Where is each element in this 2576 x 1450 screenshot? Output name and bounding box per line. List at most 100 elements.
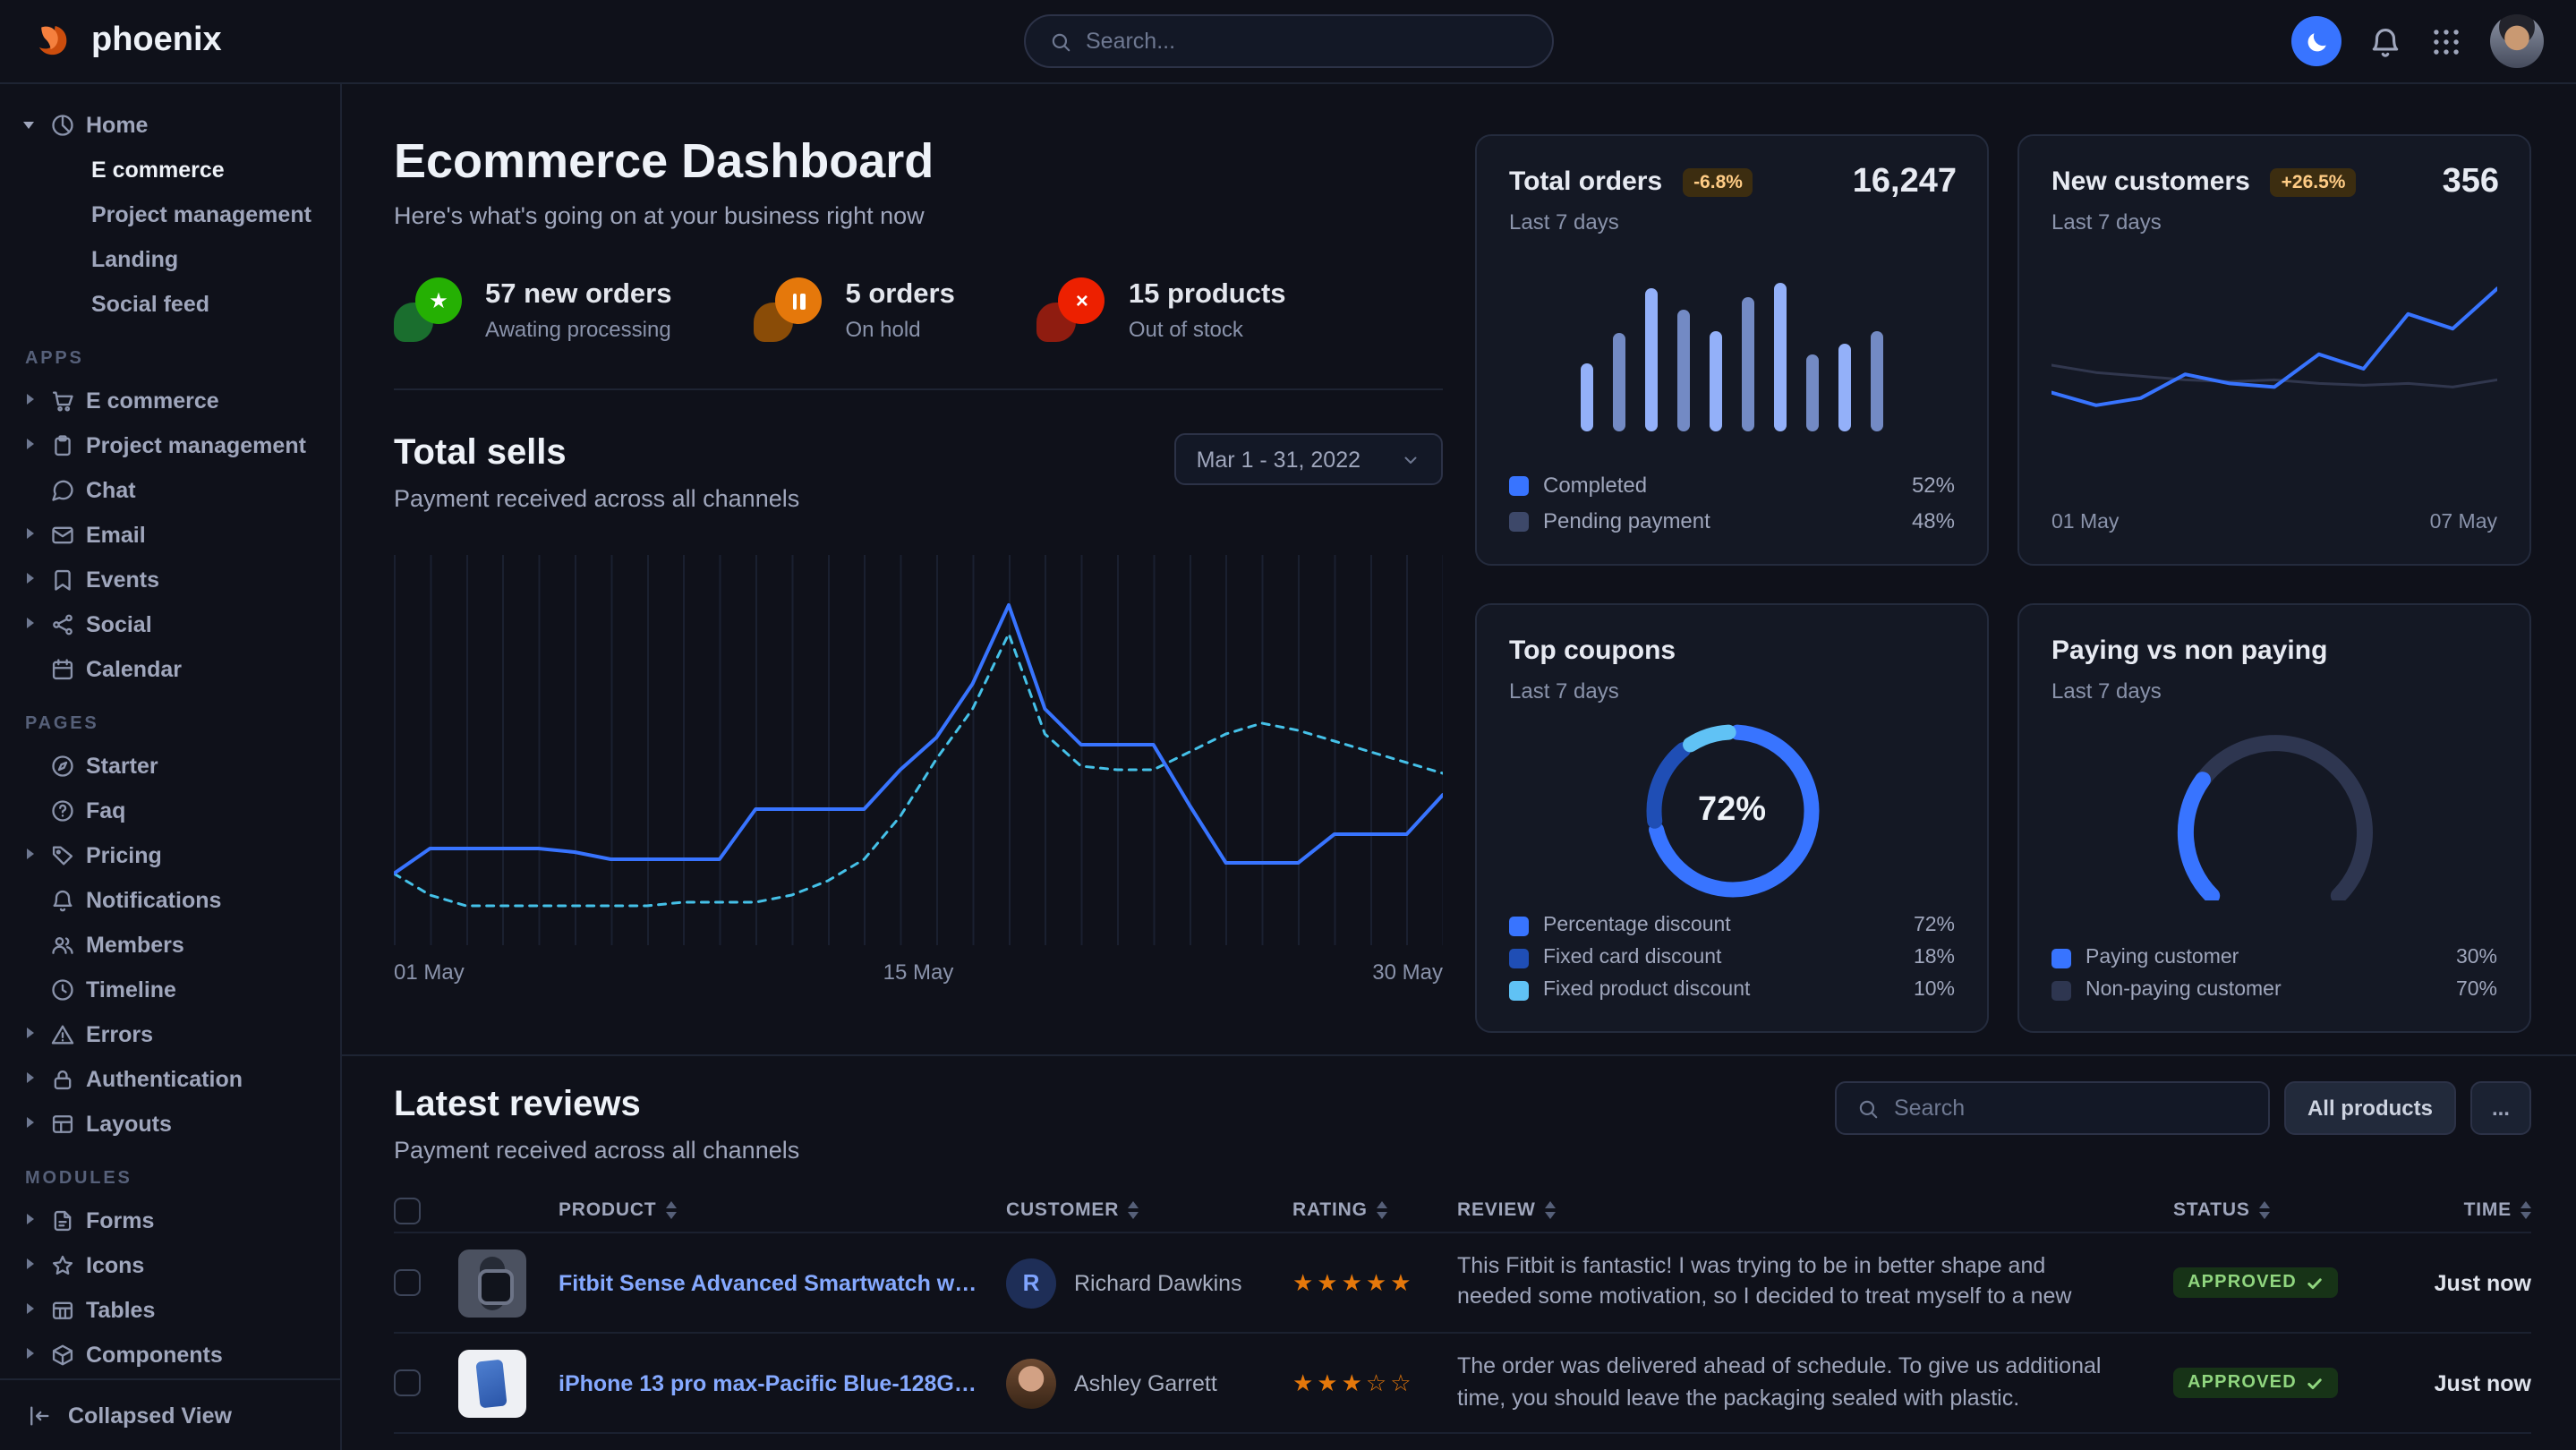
sidebar-item-calendar[interactable]: Calendar [0, 646, 340, 691]
global-search-input[interactable] [1086, 29, 1528, 54]
sidebar-item-components[interactable]: Components [0, 1332, 340, 1377]
customer-cell[interactable]: R Richard Dawkins [1006, 1258, 1292, 1308]
total-sells-subtitle: Payment received across all channels [394, 485, 799, 512]
user-avatar[interactable] [2490, 14, 2544, 68]
legend-item: Completed 52% [1509, 473, 1955, 498]
sidebar-item-social-feed[interactable]: Social feed [0, 281, 340, 326]
total-sells-title: Total sells [394, 433, 799, 474]
new-customers-card: New customers +26.5% Last 7 days 356 01 … [2017, 134, 2531, 566]
main-content: Ecommerce Dashboard Here's what's going … [342, 84, 2576, 1450]
pie-chart-icon [50, 112, 75, 137]
reviews-search[interactable] [1835, 1081, 2270, 1135]
caret-right-icon [23, 526, 39, 542]
caret-right-icon [23, 1070, 39, 1087]
card-title: Paying vs non paying [2051, 635, 2327, 666]
column-header-status[interactable]: STATUS [2173, 1199, 2370, 1221]
bar [1871, 330, 1883, 431]
sidebar-item-timeline[interactable]: Timeline [0, 967, 340, 1011]
legend-item: Paying customer 30% [2051, 947, 2497, 968]
all-products-button[interactable]: All products [2284, 1081, 2456, 1135]
bar [1581, 364, 1593, 431]
date-range-value: Mar 1 - 31, 2022 [1197, 447, 1361, 472]
sidebar-item-errors[interactable]: Errors [0, 1011, 340, 1056]
product-thumbnail[interactable] [458, 1249, 526, 1317]
reviews-search-input[interactable] [1894, 1096, 2248, 1121]
legend-label: Paying customer [2086, 947, 2239, 968]
column-header-product[interactable]: PRODUCT [559, 1199, 1006, 1221]
rating-stars: ★★★★★ [1292, 1268, 1457, 1297]
sidebar-item-members[interactable]: Members [0, 922, 340, 967]
sidebar-item-project-management[interactable]: Project management [0, 422, 340, 467]
sidebar-item-home[interactable]: Home [0, 102, 340, 147]
notifications-button[interactable] [2368, 24, 2402, 58]
sidebar-item-authentication[interactable]: Authentication [0, 1056, 340, 1101]
legend-label: Fixed product discount [1543, 979, 1750, 1001]
legend-item: Fixed product discount 10% [1509, 979, 1955, 1001]
bar [1645, 288, 1658, 431]
row-checkbox[interactable] [394, 1369, 421, 1396]
sidebar-item-label: Faq [86, 798, 125, 823]
more-options-button[interactable]: ... [2470, 1081, 2531, 1135]
date-range-select[interactable]: Mar 1 - 31, 2022 [1175, 433, 1443, 485]
legend-chip [2051, 948, 2071, 968]
sidebar-item-project-management[interactable]: Project management [0, 192, 340, 236]
collapsed-view-label: Collapsed View [68, 1403, 232, 1428]
total-sells-chart [394, 555, 1443, 945]
sidebar-item-e-commerce[interactable]: E commerce [0, 147, 340, 192]
column-header-time[interactable]: TIME [2370, 1199, 2531, 1221]
column-header-rating[interactable]: RATING [1292, 1199, 1457, 1221]
collapsed-view-toggle[interactable]: Collapsed View [0, 1378, 340, 1450]
sidebar-item-forms[interactable]: Forms [0, 1198, 340, 1242]
product-link[interactable]: iPhone 13 pro max-Pacific Blue-128GB sto… [559, 1370, 1006, 1395]
sidebar-item-social[interactable]: Social [0, 601, 340, 646]
brand[interactable]: phoenix [32, 19, 222, 64]
compass-icon [50, 753, 75, 778]
bar [1838, 344, 1851, 431]
card-title: New customers [2051, 166, 2250, 197]
product-link[interactable]: Fitbit Sense Advanced Smartwatch with To… [559, 1270, 1006, 1295]
sidebar-item-notifications[interactable]: Notifications [0, 877, 340, 922]
select-all-checkbox[interactable] [394, 1197, 421, 1224]
sidebar-item-events[interactable]: Events [0, 557, 340, 601]
sidebar-item-starter[interactable]: Starter [0, 743, 340, 788]
x-tick: 30 May [1372, 960, 1443, 985]
sidebar-item-layouts[interactable]: Layouts [0, 1101, 340, 1146]
legend-value: 70% [2456, 979, 2497, 1001]
navbar-actions [2291, 14, 2544, 68]
global-search[interactable] [1023, 14, 1553, 68]
column-header-review[interactable]: REVIEW [1457, 1199, 2173, 1221]
caret-right-icon [23, 1026, 39, 1042]
sidebar-item-label: Tables [86, 1297, 155, 1322]
column-header-customer[interactable]: CUSTOMER [1006, 1199, 1292, 1221]
bar [1742, 297, 1754, 431]
page-title: Ecommerce Dashboard [394, 134, 1443, 190]
total-orders-value: 16,247 [1853, 163, 1957, 202]
row-checkbox[interactable] [394, 1269, 421, 1296]
legend-label: Non-paying customer [2086, 979, 2282, 1001]
customer-cell[interactable]: Ashley Garrett [1006, 1358, 1292, 1408]
legend-chip [1509, 980, 1529, 1000]
stat-title: 5 orders [846, 278, 955, 311]
donut-center-value: 72% [1639, 718, 1825, 904]
avatar [1006, 1358, 1056, 1408]
customer-name: Ashley Garrett [1074, 1370, 1217, 1395]
sidebar-item-icons[interactable]: Icons [0, 1242, 340, 1287]
theme-toggle-button[interactable] [2291, 16, 2341, 66]
table-row: Fitbit Sense Advanced Smartwatch with To… [394, 1232, 2531, 1332]
stats-row: ★ 57 new orders Awating processing 5 ord… [394, 277, 1443, 342]
sidebar-item-faq[interactable]: Faq [0, 788, 340, 832]
sidebar-item-chat[interactable]: Chat [0, 467, 340, 512]
caret-right-icon [23, 1346, 39, 1362]
sidebar-item-landing[interactable]: Landing [0, 236, 340, 281]
sidebar-item-e-commerce[interactable]: E commerce [0, 378, 340, 422]
apps-grid-button[interactable] [2429, 24, 2463, 58]
sidebar-item-email[interactable]: Email [0, 512, 340, 557]
sidebar-item-label: Project management [86, 432, 306, 457]
sidebar-item-label: Components [86, 1342, 223, 1367]
caret-right-icon [23, 571, 39, 587]
caret-right-icon [23, 616, 39, 632]
sidebar-section-title: PAGES [0, 714, 340, 734]
product-thumbnail[interactable] [458, 1349, 526, 1417]
sidebar-item-tables[interactable]: Tables [0, 1287, 340, 1332]
sidebar-item-pricing[interactable]: Pricing [0, 832, 340, 877]
